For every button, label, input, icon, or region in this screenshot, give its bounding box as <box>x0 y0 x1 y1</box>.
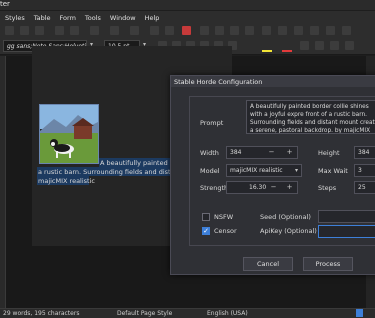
align-right-icon[interactable] <box>330 41 339 50</box>
document-modified-icon <box>356 309 363 317</box>
language[interactable]: English (USA) <box>207 310 248 317</box>
apikey-input[interactable] <box>318 225 375 238</box>
model-label: Model <box>200 167 220 175</box>
seed-input[interactable] <box>318 210 375 223</box>
dialog-form-panel: Prompt A beautifully painted border coll… <box>189 96 375 246</box>
seed-label: Seed (Optional) <box>260 213 311 221</box>
paste-icon[interactable] <box>35 26 44 35</box>
track-changes-icon[interactable] <box>310 26 319 35</box>
document-text-line[interactable]: majicMIX realistic <box>38 177 95 185</box>
font-color-icon[interactable] <box>282 50 292 52</box>
apikey-label: ApiKey (Optional) <box>260 227 317 235</box>
process-button[interactable]: Process <box>303 257 353 271</box>
menu-bar: Styles Table Form Tools Window Help <box>0 11 375 24</box>
window-title: ter <box>0 0 10 8</box>
comment-icon[interactable] <box>294 26 303 35</box>
page-style[interactable]: Default Page Style <box>117 310 172 317</box>
censor-checkbox[interactable]: ✓ <box>202 227 210 235</box>
stable-horde-dialog: Stable Horde Configuration Prompt A beau… <box>170 75 375 275</box>
height-spinbox[interactable]: 384 <box>354 146 375 159</box>
formatting-marks-icon[interactable] <box>130 26 139 35</box>
censor-label: Censor <box>214 227 237 235</box>
image-icon[interactable] <box>165 26 174 35</box>
plus-icon[interactable]: + <box>285 148 294 156</box>
copy-icon[interactable] <box>20 26 29 35</box>
vertical-ruler <box>0 56 6 308</box>
model-value: majicMIX realistic <box>230 167 283 174</box>
nsfw-checkbox[interactable] <box>202 213 210 221</box>
steps-label: Steps <box>318 184 337 192</box>
width-label: Width <box>200 149 219 157</box>
width-spinbox[interactable]: 384 − + <box>226 146 298 159</box>
justify-icon[interactable] <box>345 41 354 50</box>
align-center-icon[interactable] <box>315 41 324 50</box>
special-char-icon[interactable] <box>245 26 254 35</box>
word-count[interactable]: 29 words, 195 characters <box>3 310 79 317</box>
max-wait-value: 3 <box>358 167 362 174</box>
footnote-icon[interactable] <box>278 26 287 35</box>
redo-icon[interactable] <box>70 26 79 35</box>
steps-spinbox[interactable]: 25 <box>354 181 375 194</box>
shapes-icon[interactable] <box>342 26 351 35</box>
menu-table[interactable]: Table <box>34 14 51 22</box>
dialog-title[interactable]: Stable Horde Configuration <box>171 76 375 87</box>
menu-tools[interactable]: Tools <box>85 14 101 22</box>
menu-styles[interactable]: Styles <box>5 14 25 22</box>
plus-icon[interactable]: + <box>285 183 294 191</box>
cancel-button[interactable]: Cancel <box>243 257 293 271</box>
width-value: 384 <box>230 149 242 156</box>
strength-spinbox[interactable]: 16.30 − + <box>226 181 298 194</box>
textbox-icon[interactable] <box>200 26 209 35</box>
model-combobox[interactable]: majicMIX realistic ▾ <box>226 164 302 177</box>
cut-icon[interactable] <box>5 26 14 35</box>
line-icon[interactable] <box>326 26 335 35</box>
chart-icon[interactable] <box>182 26 191 35</box>
height-label: Height <box>318 149 340 157</box>
status-bar: 29 words, 195 characters Default Page St… <box>0 308 375 318</box>
menu-help[interactable]: Help <box>145 14 160 22</box>
minus-icon[interactable]: − <box>267 148 276 156</box>
table-icon[interactable] <box>150 26 159 35</box>
height-value: 384 <box>358 149 370 156</box>
strength-value: 16.30 <box>249 184 267 191</box>
chevron-down-icon: ▾ <box>294 167 298 174</box>
nsfw-label: NSFW <box>214 213 234 221</box>
steps-value: 25 <box>358 184 366 191</box>
prompt-textarea[interactable]: A beautifully painted border collie shin… <box>246 100 375 134</box>
strength-label: Strength <box>200 184 229 192</box>
find-icon[interactable] <box>90 26 99 35</box>
max-wait-label: Max Wait <box>318 167 348 175</box>
title-bar: ter <box>0 0 375 10</box>
minus-icon[interactable]: − <box>269 183 278 191</box>
prompt-label: Prompt <box>200 119 224 127</box>
max-wait-spinbox[interactable]: 3 <box>354 164 375 177</box>
spelling-icon[interactable] <box>110 26 119 35</box>
align-left-icon[interactable] <box>300 41 309 50</box>
hyperlink-icon[interactable] <box>262 26 271 35</box>
inserted-image[interactable] <box>39 104 99 164</box>
page-break-icon[interactable] <box>215 26 224 35</box>
field-icon[interactable] <box>230 26 239 35</box>
menu-window[interactable]: Window <box>110 14 136 22</box>
menu-form[interactable]: Form <box>60 14 76 22</box>
standard-toolbar <box>0 24 375 37</box>
undo-icon[interactable] <box>55 26 64 35</box>
highlight-color-icon[interactable] <box>262 50 272 52</box>
